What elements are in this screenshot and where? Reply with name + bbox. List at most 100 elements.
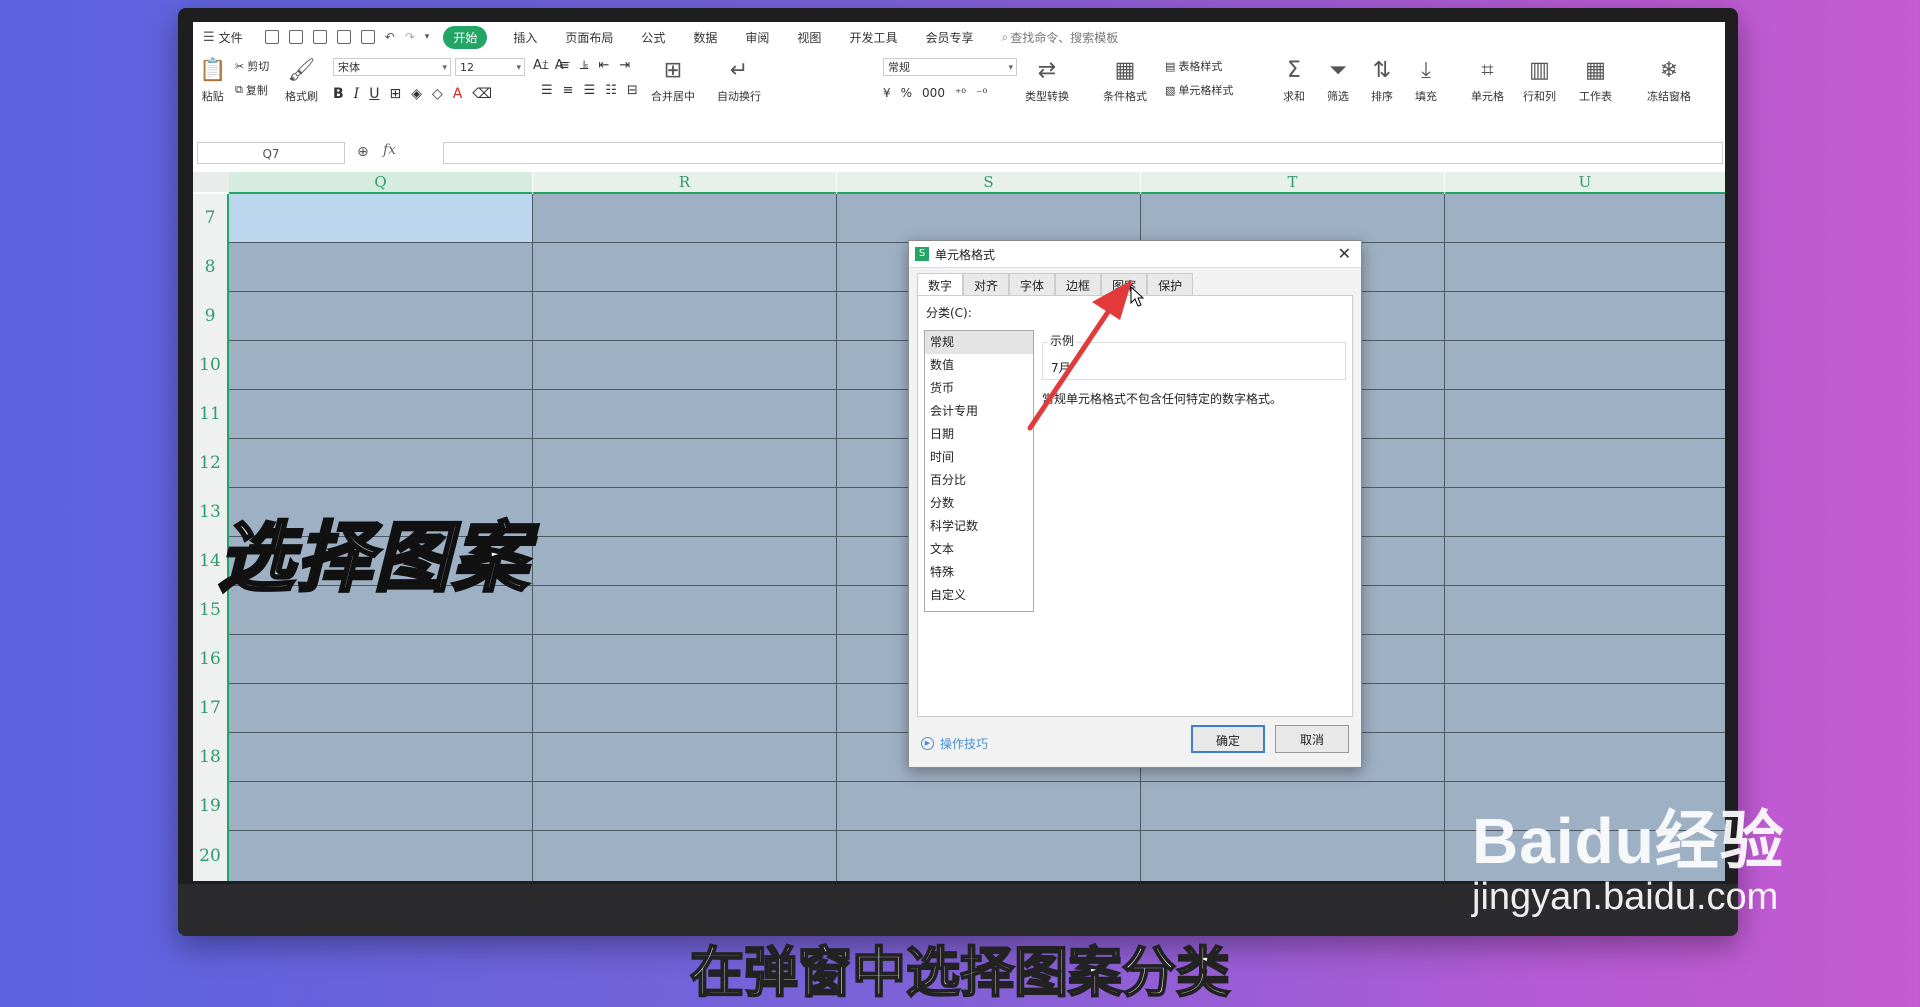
underline-icon[interactable]: U bbox=[369, 86, 379, 102]
font-name-select[interactable]: 宋体 bbox=[333, 58, 451, 77]
redo-icon[interactable]: ↷ bbox=[405, 30, 415, 44]
currency-icon[interactable]: ¥ bbox=[883, 86, 891, 100]
list-item[interactable]: 百分比 bbox=[925, 469, 1033, 492]
ok-button[interactable]: 确定 bbox=[1191, 725, 1265, 753]
column-header-u[interactable]: U bbox=[1445, 172, 1725, 194]
row-header[interactable]: 8 bbox=[193, 243, 229, 292]
tab-review[interactable]: 审阅 bbox=[745, 29, 769, 46]
row-header[interactable]: 12 bbox=[193, 439, 229, 488]
column-header-s[interactable]: S bbox=[837, 172, 1140, 194]
tab-alignment[interactable]: 对齐 bbox=[963, 273, 1010, 297]
type-convert-button[interactable]: ⇄ 类型转换 bbox=[1025, 58, 1069, 104]
quick-access-dropdown-icon[interactable]: ▾ bbox=[425, 32, 430, 42]
row-header[interactable]: 11 bbox=[193, 390, 229, 439]
cut-button[interactable]: ✂ 剪切 bbox=[235, 58, 269, 74]
font-size-select[interactable]: 12 bbox=[455, 58, 525, 77]
tab-start[interactable]: 开始 bbox=[443, 25, 488, 49]
clear-format-icon[interactable]: ⌫ bbox=[472, 86, 492, 102]
align-middle-icon[interactable]: ≡ bbox=[559, 58, 570, 73]
tab-page-layout[interactable]: 页面布局 bbox=[565, 29, 613, 46]
list-item[interactable]: 会计专用 bbox=[925, 400, 1033, 423]
menu-file[interactable]: 文件 bbox=[219, 29, 243, 46]
list-item[interactable]: 特殊 bbox=[925, 561, 1033, 584]
list-item[interactable]: 科学记数 bbox=[925, 515, 1033, 538]
row-header[interactable]: 17 bbox=[193, 684, 229, 733]
border-icon[interactable]: ⊞ bbox=[389, 86, 401, 102]
tab-number[interactable]: 数字 bbox=[917, 273, 964, 297]
tab-protection[interactable]: 保护 bbox=[1147, 273, 1194, 297]
copy-button[interactable]: ⧉ 复制 bbox=[235, 82, 269, 98]
format-painter-button[interactable]: 🖌 格式刷 bbox=[285, 58, 318, 104]
cancel-button[interactable]: 取消 bbox=[1275, 725, 1349, 753]
save-icon[interactable] bbox=[264, 30, 279, 44]
conditional-format-button[interactable]: ▦ 条件格式 bbox=[1103, 58, 1147, 104]
list-item[interactable]: 时间 bbox=[925, 446, 1033, 469]
tab-insert[interactable]: 插入 bbox=[513, 29, 537, 46]
sort-button[interactable]: ⇅ 排序 bbox=[1371, 58, 1393, 104]
row-header[interactable]: 20 bbox=[193, 831, 229, 881]
tab-formula[interactable]: 公式 bbox=[641, 29, 665, 46]
percent-icon[interactable]: % bbox=[901, 86, 912, 100]
list-item[interactable]: 日期 bbox=[925, 423, 1033, 446]
distributed-icon[interactable]: ⊟ bbox=[627, 83, 638, 98]
align-right-icon[interactable]: ☰ bbox=[584, 83, 596, 98]
row-header[interactable]: 7 bbox=[193, 194, 229, 243]
column-header-q[interactable]: Q bbox=[229, 172, 532, 194]
close-icon[interactable]: ✕ bbox=[1338, 244, 1351, 263]
merge-center-button[interactable]: ⊞ 合并居中 bbox=[651, 58, 695, 104]
italic-icon[interactable]: I bbox=[354, 86, 360, 102]
column-header-t[interactable]: T bbox=[1141, 172, 1444, 194]
bold-icon[interactable]: B bbox=[333, 86, 344, 102]
row-header[interactable]: 10 bbox=[193, 341, 229, 390]
number-format-select[interactable]: 常规 bbox=[883, 58, 1017, 77]
freeze-button[interactable]: ❄ 冻结窗格 bbox=[1647, 58, 1691, 104]
cell-style-button[interactable]: ▧ 单元格样式 bbox=[1165, 82, 1233, 98]
paste-button[interactable]: 📋 粘贴 bbox=[199, 58, 226, 104]
fx-icon[interactable]: fx bbox=[383, 142, 396, 158]
row-col-button[interactable]: ▥ 行和列 bbox=[1523, 58, 1556, 104]
row-header[interactable]: 16 bbox=[193, 635, 229, 684]
list-item[interactable]: 分数 bbox=[925, 492, 1033, 515]
fill-button[interactable]: ⤓ 填充 bbox=[1415, 58, 1437, 104]
column-header-r[interactable]: R bbox=[533, 172, 836, 194]
row-header[interactable]: 19 bbox=[193, 782, 229, 831]
selected-cell-q7[interactable] bbox=[229, 194, 532, 242]
justify-icon[interactable]: ☷ bbox=[605, 83, 617, 98]
formula-input[interactable] bbox=[443, 142, 1723, 164]
align-bottom-icon[interactable]: ⫡ bbox=[580, 58, 589, 73]
command-search[interactable]: 查找命令、搜索模板 bbox=[1010, 29, 1118, 46]
tab-member[interactable]: 会员专享 bbox=[925, 29, 973, 46]
fill-color-icon[interactable]: ◈ bbox=[411, 86, 422, 102]
row-header[interactable]: 18 bbox=[193, 733, 229, 782]
tab-data[interactable]: 数据 bbox=[693, 29, 717, 46]
highlight-icon[interactable]: ◇ bbox=[432, 86, 443, 102]
list-item[interactable]: 文本 bbox=[925, 538, 1033, 561]
worksheet-button[interactable]: ▦ 工作表 bbox=[1579, 58, 1612, 104]
export-icon[interactable] bbox=[288, 30, 303, 44]
hamburger-icon[interactable]: ☰ bbox=[203, 30, 215, 45]
thousands-icon[interactable]: 000 bbox=[922, 86, 945, 100]
tips-link[interactable]: ▶ 操作技巧 bbox=[921, 735, 988, 752]
list-item[interactable]: 货币 bbox=[925, 377, 1033, 400]
find-icon[interactable] bbox=[360, 30, 375, 44]
wrap-text-button[interactable]: ↵ 自动换行 bbox=[717, 58, 761, 104]
decimal-increase-icon[interactable]: ⁺⁰ bbox=[955, 86, 966, 100]
sum-button[interactable]: Σ 求和 bbox=[1283, 58, 1305, 104]
zoom-icon[interactable]: ⊕ bbox=[357, 144, 369, 160]
list-item[interactable]: 自定义 bbox=[925, 584, 1033, 607]
decimal-decrease-icon[interactable]: ⁻⁰ bbox=[976, 86, 987, 100]
row-header[interactable]: 9 bbox=[193, 292, 229, 341]
cell-button[interactable]: ⌗ 单元格 bbox=[1471, 58, 1504, 104]
align-left-icon[interactable]: ☰ bbox=[541, 83, 553, 98]
name-box[interactable]: Q7 bbox=[197, 142, 345, 164]
list-item[interactable]: 数值 bbox=[925, 354, 1033, 377]
font-color-icon[interactable]: A bbox=[453, 86, 463, 102]
print-icon[interactable] bbox=[312, 30, 327, 44]
tab-developer[interactable]: 开发工具 bbox=[849, 29, 897, 46]
undo-icon[interactable]: ↶ bbox=[385, 30, 395, 44]
table-style-button[interactable]: ▤ 表格样式 bbox=[1165, 58, 1233, 74]
tab-view[interactable]: 视图 bbox=[797, 29, 821, 46]
filter-button[interactable]: ⏷ 筛选 bbox=[1327, 58, 1349, 104]
align-center-icon[interactable]: ≡ bbox=[563, 83, 574, 98]
list-item[interactable]: 常规 bbox=[925, 331, 1033, 354]
